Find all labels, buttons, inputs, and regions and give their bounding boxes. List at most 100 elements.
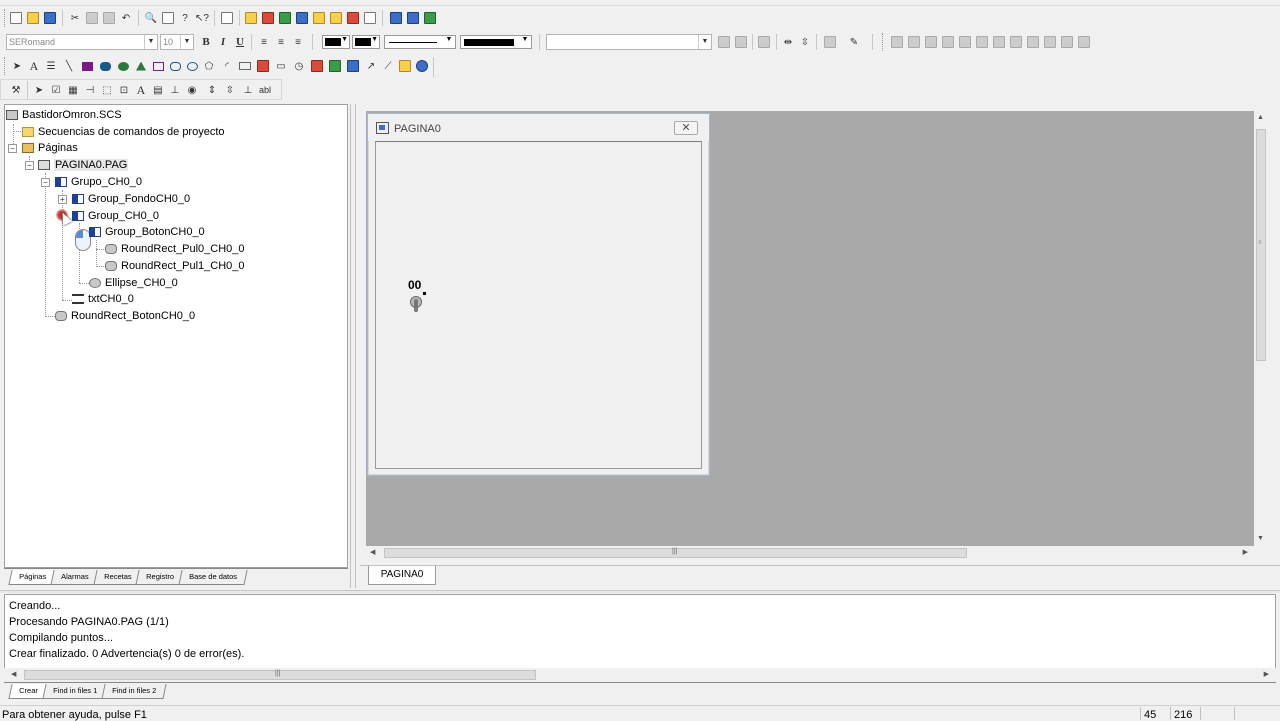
group-icon[interactable]	[716, 34, 732, 50]
checkbox-control-icon[interactable]: ☑	[48, 82, 64, 98]
tree-item-grupo[interactable]: Grupo_CH0_0	[55, 174, 142, 190]
checkbox-tool-icon[interactable]: ▭	[273, 58, 289, 74]
activex-icon[interactable]	[327, 58, 343, 74]
chart-icon[interactable]	[345, 58, 361, 74]
stop-icon[interactable]	[405, 10, 421, 26]
same-width-icon[interactable]	[1025, 34, 1041, 50]
paste-icon[interactable]	[101, 10, 117, 26]
align-left-icon[interactable]: ≡	[256, 34, 272, 50]
flip-h-icon[interactable]: ⇹	[780, 34, 796, 50]
line-control-icon[interactable]: ⊣	[82, 82, 98, 98]
align-obj-right-icon[interactable]	[923, 34, 939, 50]
line-color-button[interactable]: ▼	[352, 35, 380, 49]
rectangle-icon[interactable]	[150, 58, 166, 74]
vscroll-thumb[interactable]: ≡	[1256, 129, 1266, 361]
tree-item-pul0[interactable]: RoundRect_Pul0_CH0_0	[105, 241, 245, 257]
close-button[interactable]: ✕	[674, 121, 698, 135]
document-titlebar[interactable]: PAGINA0 ✕	[368, 114, 709, 141]
script-icon[interactable]	[328, 10, 344, 26]
tab-paginas[interactable]: Páginas	[8, 570, 57, 585]
database-icon[interactable]	[277, 10, 293, 26]
scroll-left-icon[interactable]: ◀	[370, 548, 375, 556]
align-center-icon[interactable]: ≡	[273, 34, 289, 50]
space-v-icon[interactable]	[1008, 34, 1024, 50]
undo-icon[interactable]: ↶	[118, 10, 134, 26]
align-obj-middle-icon[interactable]	[957, 34, 973, 50]
bar-graph-icon[interactable]	[309, 58, 325, 74]
polygon-icon[interactable]: ⬠	[201, 58, 217, 74]
tag-icon[interactable]	[243, 10, 259, 26]
scroll-right-icon[interactable]: ▶	[1264, 670, 1269, 678]
layout-icon[interactable]	[219, 10, 235, 26]
hscroll-thumb[interactable]: |||	[384, 548, 967, 558]
expand-fondo-button[interactable]: +	[58, 195, 67, 204]
bold-button[interactable]: B	[198, 34, 214, 50]
ungroup-icon[interactable]	[733, 34, 749, 50]
polygon-filled-icon[interactable]	[133, 58, 149, 74]
ellipse-icon[interactable]	[184, 58, 200, 74]
align-obj-bottom-icon[interactable]	[974, 34, 990, 50]
alarm-object-icon[interactable]	[397, 58, 413, 74]
collapse-pages-button[interactable]: −	[8, 144, 17, 153]
xy-plot-icon[interactable]: ⟋	[380, 58, 396, 74]
edit-points-icon[interactable]: ✎	[846, 34, 862, 50]
context-help-icon[interactable]: ↖?	[194, 10, 210, 26]
tree-item-boton[interactable]: Group_BotonCH0_0	[89, 224, 205, 240]
round-rect-filled-icon[interactable]	[97, 58, 113, 74]
open-folder-icon[interactable]	[25, 10, 41, 26]
browser-icon[interactable]	[414, 58, 430, 74]
report-icon[interactable]	[294, 10, 310, 26]
arc-icon[interactable]: ◜	[219, 58, 235, 74]
tree-item-txt[interactable]: txtCH0_0	[72, 291, 134, 307]
tree-item-scripts[interactable]: Secuencias de comandos de proyecto	[22, 124, 225, 140]
button-icon[interactable]	[237, 58, 253, 74]
help-icon[interactable]: ?	[177, 10, 193, 26]
object-combo[interactable]: ▼	[546, 34, 712, 50]
network-icon[interactable]	[362, 10, 378, 26]
collapse-page-button[interactable]: −	[25, 161, 34, 170]
text-data-icon[interactable]: ☰	[43, 58, 59, 74]
italic-button[interactable]: I	[215, 34, 231, 50]
tree-item-roundrect-boton[interactable]: RoundRect_BotonCH0_0	[55, 308, 195, 324]
toggle-switch-icon[interactable]	[408, 292, 426, 313]
tools-icon[interactable]: ⚒	[8, 82, 24, 98]
hscroll-thumb[interactable]: |||	[24, 670, 536, 680]
grid-icon[interactable]	[1076, 34, 1092, 50]
group-box-icon[interactable]: ⊡	[116, 82, 132, 98]
tree-root[interactable]: BastidorOmron.SCS	[6, 107, 122, 123]
gauge-icon[interactable]: ◷	[291, 58, 307, 74]
cut-icon[interactable]: ✂	[67, 10, 83, 26]
tab-find-2[interactable]: Find in files 2	[101, 684, 167, 699]
tab-base-datos[interactable]: Base de datos	[178, 570, 248, 585]
tab-pagina0[interactable]: PAGINA0	[368, 566, 436, 585]
line-icon[interactable]: ╲	[61, 58, 77, 74]
textbox-control-button[interactable]: abl	[257, 82, 273, 98]
output-hscroll[interactable]: ◀ ||| ▶	[5, 668, 1275, 682]
fill-color-button[interactable]: ▼	[322, 35, 350, 49]
line-width-combo[interactable]: ▼	[460, 35, 532, 49]
tree-item-group-ch0[interactable]: Group_CH0_0	[72, 208, 159, 224]
tab-find-1[interactable]: Find in files 1	[42, 684, 108, 699]
same-height-icon[interactable]	[1042, 34, 1058, 50]
object-value-label[interactable]: 00	[408, 278, 421, 292]
resize-icon[interactable]	[822, 34, 838, 50]
select-control-icon[interactable]: ➤	[31, 82, 47, 98]
tab-recetas[interactable]: Recetas	[93, 570, 142, 585]
driver-icon[interactable]	[345, 10, 361, 26]
download-icon[interactable]	[422, 10, 438, 26]
slider-control-icon[interactable]: ⊥	[167, 82, 183, 98]
text-tool-button[interactable]: A	[26, 58, 42, 74]
font-name-combo[interactable]: SERomand ▼	[6, 34, 158, 50]
copy-icon[interactable]	[84, 10, 100, 26]
collapse-group-button[interactable]: −	[41, 178, 50, 187]
flip-v-icon[interactable]: ⇳	[797, 34, 813, 50]
line-style-combo[interactable]: ▼	[384, 35, 456, 49]
radio-control-icon[interactable]: ◉	[184, 82, 200, 98]
align-obj-top-icon[interactable]	[940, 34, 956, 50]
find-icon[interactable]: 🔍	[143, 10, 159, 26]
pointer-icon[interactable]: ➤	[9, 58, 25, 74]
splitter[interactable]	[350, 104, 356, 588]
scroll-up-icon[interactable]: ▲	[1257, 114, 1264, 121]
rectangle-filled-icon[interactable]	[79, 58, 95, 74]
print-icon[interactable]	[160, 10, 176, 26]
